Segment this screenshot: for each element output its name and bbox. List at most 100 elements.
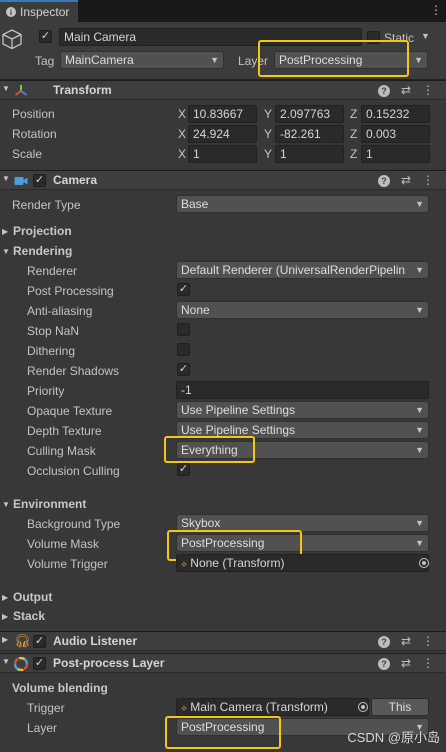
dithering-checkbox[interactable]	[177, 343, 190, 356]
ppl-trigger-field[interactable]: ⟡ Main Camera (Transform)	[176, 698, 369, 716]
position-y-field[interactable]: 2.097763	[275, 105, 344, 123]
axis-z-label[interactable]: Z	[350, 106, 357, 122]
object-picker-icon[interactable]	[358, 702, 368, 712]
axis-x-label[interactable]: X	[178, 146, 186, 162]
chevron-down-icon: ▼	[415, 445, 424, 455]
fold-arrow-right-icon[interactable]: ▶	[2, 227, 8, 236]
preset-sliders-icon[interactable]: ⇄	[401, 656, 411, 670]
tag-dropdown[interactable]: MainCamera ▼	[60, 51, 224, 69]
tab-label: Inspector	[20, 5, 70, 19]
projection-foldout[interactable]: Projection	[13, 223, 72, 239]
transform-axes-icon: ⟡	[181, 559, 187, 569]
ppl-trigger-label: Trigger	[27, 701, 65, 715]
axis-y-label[interactable]: Y	[264, 126, 272, 142]
camera-enabled-checkbox[interactable]: ✓	[33, 174, 46, 187]
help-icon[interactable]: ?	[377, 636, 390, 648]
anti-aliasing-value: None	[181, 303, 210, 317]
dithering-label: Dithering	[27, 344, 76, 358]
rotation-x-field[interactable]: 24.924	[188, 125, 257, 143]
fold-arrow-right-icon[interactable]: ▶	[2, 593, 8, 602]
fold-arrow-icon[interactable]: ▼	[2, 247, 10, 256]
this-button[interactable]: This	[371, 698, 429, 716]
opaque-texture-dropdown[interactable]: Use Pipeline Settings ▼	[176, 401, 429, 419]
scale-label: Scale	[12, 147, 43, 161]
kebab-menu-icon[interactable]: ⋮	[422, 83, 434, 97]
kebab-menu-icon[interactable]: ⋮	[422, 656, 434, 670]
scale-x-field[interactable]: 1	[188, 145, 257, 163]
post-process-layer-header[interactable]: ▼ ✓ Post-process Layer ? ⇄ ⋮	[0, 653, 446, 673]
tag-value: MainCamera	[65, 53, 134, 67]
help-icon[interactable]: ?	[377, 85, 390, 97]
tab-bar: i Inspector ⋮	[0, 0, 446, 22]
stop-nan-checkbox[interactable]	[177, 323, 190, 336]
fold-arrow-icon[interactable]: ▼	[2, 174, 10, 183]
audio-listener-header-icons: ? ⇄ ⋮	[377, 634, 434, 648]
ppl-trigger-value: Main Camera (Transform)	[190, 700, 328, 714]
fold-arrow-right-icon[interactable]: ▶	[2, 635, 8, 644]
chevron-down-icon: ▼	[415, 518, 424, 528]
axis-x-label[interactable]: X	[178, 126, 186, 142]
fold-arrow-icon[interactable]: ▼	[2, 84, 10, 93]
chevron-down-icon: ▼	[415, 425, 424, 435]
priority-field[interactable]: -1	[176, 381, 429, 399]
preset-sliders-icon[interactable]: ⇄	[401, 83, 411, 97]
volume-blending-heading: Volume blending	[12, 681, 108, 695]
anti-aliasing-dropdown[interactable]: None ▼	[176, 301, 429, 319]
object-picker-icon[interactable]	[419, 558, 429, 568]
render-shadows-checkbox[interactable]: ✓	[177, 363, 190, 376]
axis-x-label[interactable]: X	[178, 106, 186, 122]
axis-y-label[interactable]: Y	[264, 146, 272, 162]
fold-arrow-icon[interactable]: ▼	[2, 500, 10, 509]
object-active-checkbox[interactable]: ✓	[39, 30, 52, 43]
tag-label: Tag	[35, 54, 55, 68]
chevron-down-icon: ▼	[414, 55, 423, 65]
render-type-dropdown[interactable]: Base ▼	[176, 195, 429, 213]
static-dropdown-arrow-icon[interactable]: ▼	[421, 28, 430, 45]
render-shadows-label: Render Shadows	[27, 364, 120, 378]
post-processing-checkbox[interactable]: ✓	[177, 283, 190, 296]
rotation-y-field[interactable]: -82.261	[275, 125, 344, 143]
kebab-menu-icon[interactable]: ⋮	[430, 3, 442, 17]
chevron-down-icon: ▼	[415, 405, 424, 415]
renderer-label: Renderer	[27, 264, 78, 278]
position-x-field[interactable]: 10.83667	[188, 105, 257, 123]
priority-label: Priority	[27, 384, 65, 398]
rendering-foldout[interactable]: Rendering	[13, 243, 72, 259]
transform-header[interactable]: ▼ Transform ? ⇄ ⋮	[0, 80, 446, 100]
preset-sliders-icon[interactable]: ⇄	[401, 173, 411, 187]
background-type-label: Background Type	[27, 517, 121, 531]
camera-header[interactable]: ▼ ✓ Camera ? ⇄ ⋮	[0, 170, 446, 190]
camera-header-icons: ? ⇄ ⋮	[377, 173, 434, 187]
kebab-menu-icon[interactable]: ⋮	[422, 634, 434, 648]
position-z-field[interactable]: 0.15232	[361, 105, 430, 123]
scale-z-field[interactable]: 1	[361, 145, 430, 163]
volume-trigger-value: None (Transform)	[190, 556, 285, 570]
renderer-dropdown[interactable]: Default Renderer (UniversalRenderPipelin…	[176, 261, 429, 279]
audio-listener-header[interactable]: ▶ 🎧︎ ✓ Audio Listener ? ⇄ ⋮	[0, 631, 446, 651]
layer-highlight-box	[258, 40, 409, 77]
post-process-layer-enabled-checkbox[interactable]: ✓	[33, 657, 46, 670]
kebab-menu-icon[interactable]: ⋮	[422, 173, 434, 187]
volume-trigger-field[interactable]: ⟡ None (Transform)	[176, 554, 429, 572]
audio-listener-title: Audio Listener	[53, 634, 138, 648]
transform-axes-icon: ⟡	[181, 703, 187, 713]
axis-y-label[interactable]: Y	[264, 106, 272, 122]
environment-foldout[interactable]: Environment	[13, 496, 86, 512]
stack-foldout[interactable]: Stack	[13, 608, 45, 624]
help-icon[interactable]: ?	[377, 175, 390, 187]
position-label: Position	[12, 107, 55, 121]
culling-mask-highlight-box	[164, 436, 255, 463]
fold-arrow-right-icon[interactable]: ▶	[2, 612, 8, 621]
axis-z-label[interactable]: Z	[350, 146, 357, 162]
help-icon[interactable]: ?	[377, 658, 390, 670]
occlusion-culling-label: Occlusion Culling	[27, 464, 120, 478]
tab-inspector[interactable]: i Inspector	[0, 0, 78, 22]
rotation-z-field[interactable]: 0.003	[361, 125, 430, 143]
occlusion-culling-checkbox[interactable]: ✓	[177, 463, 190, 476]
audio-listener-enabled-checkbox[interactable]: ✓	[33, 635, 46, 648]
scale-y-field[interactable]: 1	[275, 145, 344, 163]
preset-sliders-icon[interactable]: ⇄	[401, 634, 411, 648]
output-foldout[interactable]: Output	[13, 589, 52, 605]
fold-arrow-icon[interactable]: ▼	[2, 657, 10, 666]
axis-z-label[interactable]: Z	[350, 126, 357, 142]
